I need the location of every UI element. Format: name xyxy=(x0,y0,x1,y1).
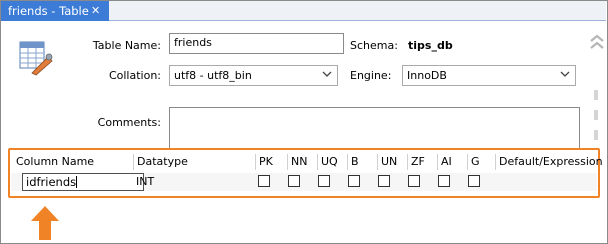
comments-label: Comments: xyxy=(97,116,161,129)
collation-select[interactable]: utf8 - utf8_bin xyxy=(169,65,338,86)
tab-strip: friends - Table ✕ xyxy=(1,1,606,21)
collation-value: utf8 - utf8_bin xyxy=(174,69,252,82)
header-nn[interactable]: NN xyxy=(287,154,317,170)
engine-label: Engine: xyxy=(350,69,392,82)
tab-friends-table[interactable]: friends - Table ✕ xyxy=(1,1,109,21)
pk-checkbox[interactable] xyxy=(258,175,270,187)
default-expression-cell[interactable] xyxy=(498,173,597,191)
chevron-down-icon xyxy=(560,71,570,77)
close-icon[interactable]: ✕ xyxy=(91,1,100,21)
highlight-arrow-icon xyxy=(31,206,59,240)
header-g[interactable]: G xyxy=(467,154,495,170)
table-name-input[interactable]: friends xyxy=(169,33,344,54)
b-checkbox[interactable] xyxy=(348,175,360,187)
comments-textarea[interactable] xyxy=(169,107,580,149)
uq-checkbox[interactable] xyxy=(318,175,330,187)
header-b[interactable]: B xyxy=(347,154,377,170)
column-name-value: idfriends xyxy=(26,175,77,189)
table-edit-icon xyxy=(19,41,53,76)
tab-title: friends - Table xyxy=(8,4,89,18)
ai-checkbox[interactable] xyxy=(438,175,450,187)
header-ai[interactable]: AI xyxy=(437,154,467,170)
scroll-indicator[interactable] xyxy=(590,90,602,142)
datatype-cell[interactable]: INT xyxy=(136,173,154,191)
text-caret xyxy=(76,176,78,188)
schema-label: Schema: xyxy=(350,39,398,52)
column-name-input[interactable]: idfriends xyxy=(22,173,144,191)
g-checkbox[interactable] xyxy=(468,175,480,187)
table-row[interactable]: idfriends INT xyxy=(11,173,597,191)
header-uq[interactable]: UQ xyxy=(317,154,347,170)
columns-grid-header: Column Name Datatype PK NN UQ B UN ZF AI… xyxy=(11,154,603,170)
zf-checkbox[interactable] xyxy=(408,175,420,187)
engine-value: InnoDB xyxy=(407,69,447,82)
header-datatype[interactable]: Datatype xyxy=(133,154,255,170)
un-checkbox[interactable] xyxy=(378,175,390,187)
header-column-name[interactable]: Column Name xyxy=(13,154,133,170)
header-zf[interactable]: ZF xyxy=(407,154,437,170)
collation-label: Collation: xyxy=(108,69,161,82)
header-pk[interactable]: PK xyxy=(255,154,287,170)
schema-value: tips_db xyxy=(408,39,453,52)
chevron-down-icon xyxy=(322,71,332,77)
header-default-expression[interactable]: Default/Expression xyxy=(495,154,603,170)
nn-checkbox[interactable] xyxy=(288,175,300,187)
header-un[interactable]: UN xyxy=(377,154,407,170)
engine-select[interactable]: InnoDB xyxy=(402,65,576,86)
collapse-chevron-icon[interactable] xyxy=(589,33,605,53)
table-name-label: Table Name: xyxy=(92,39,161,52)
